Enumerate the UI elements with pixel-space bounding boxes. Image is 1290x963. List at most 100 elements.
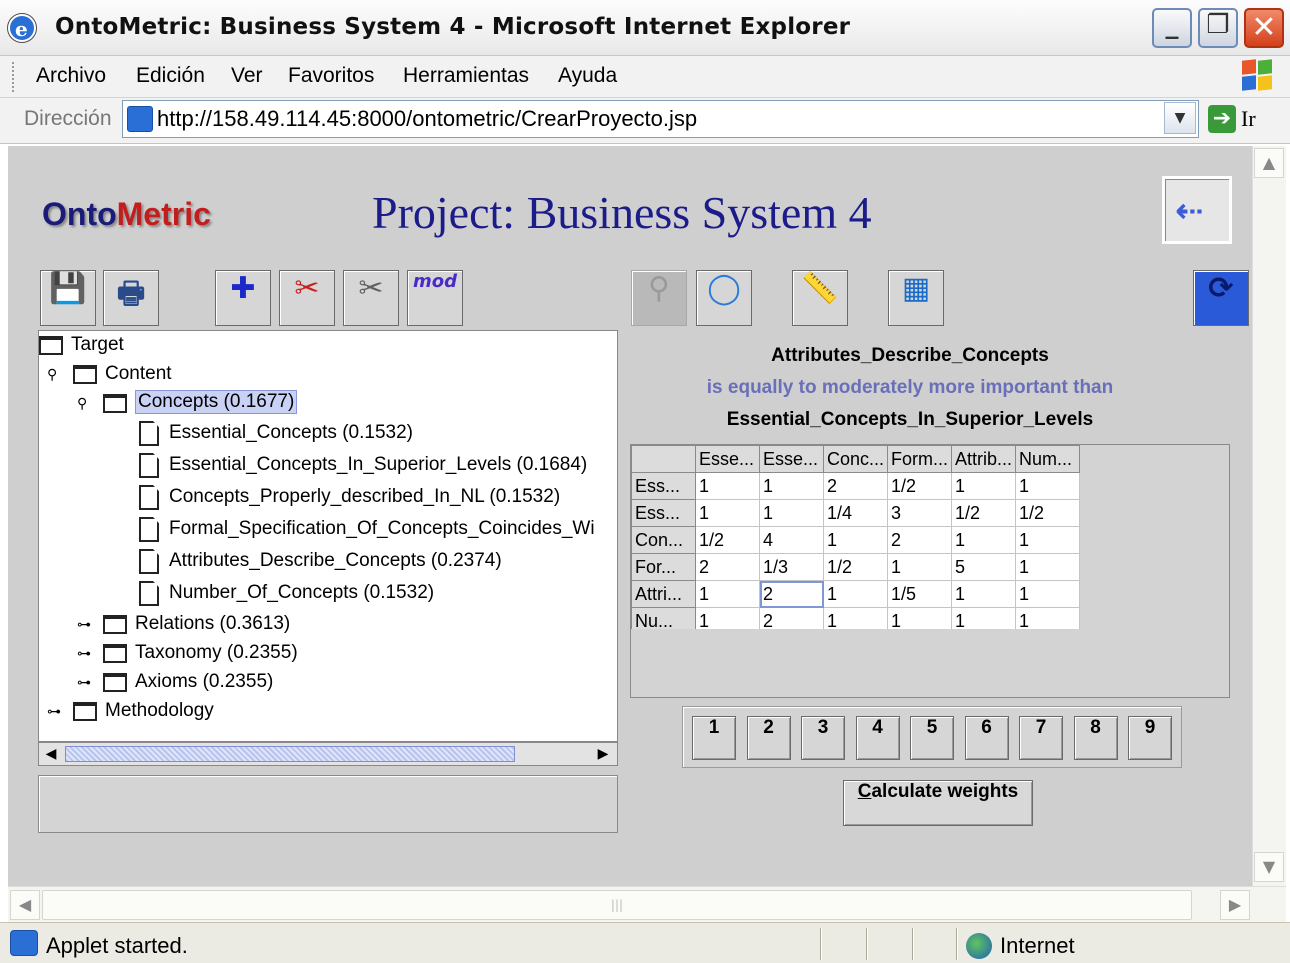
tree-node[interactable]: Target <box>39 332 617 360</box>
scroll-left-button[interactable]: ◀ <box>41 745 61 763</box>
maximize-button[interactable]: ❐ <box>1198 8 1238 48</box>
scale-button-6[interactable]: 6 <box>964 716 1009 760</box>
matrix-cell[interactable]: 1 <box>695 472 760 500</box>
scroll-thumb[interactable] <box>65 746 515 762</box>
expanded-handle-icon[interactable]: ⚲ <box>77 394 95 412</box>
tree-node[interactable]: ⊶ Taxonomy (0.2355) <box>39 640 617 668</box>
scale-button-3[interactable]: 3 <box>801 716 845 760</box>
matrix-cell[interactable]: 5 <box>951 553 1017 581</box>
ring-button[interactable]: ◯ <box>696 270 752 326</box>
matrix-cell[interactable]: 1 <box>695 499 760 527</box>
close-button[interactable]: ✕ <box>1244 8 1284 48</box>
collapsed-handle-icon[interactable]: ⊶ <box>77 644 95 662</box>
tree-node[interactable]: ⚲ Content <box>39 361 617 389</box>
collapsed-handle-icon[interactable]: ⊶ <box>47 702 65 720</box>
address-dropdown-button[interactable]: ▼ <box>1164 102 1196 134</box>
go-arrow-icon[interactable]: ➔ <box>1208 105 1236 133</box>
matrix-cell[interactable]: 1 <box>1015 580 1081 608</box>
scale-button-9[interactable]: 9 <box>1128 716 1172 760</box>
tree-node[interactable]: Attributes_Describe_Concepts (0.2374) <box>39 548 617 576</box>
tree-node[interactable]: Formal_Specification_Of_Concepts_Coincid… <box>39 516 617 544</box>
matrix-cell[interactable]: 1 <box>822 526 889 554</box>
ruler-button[interactable]: 📏 <box>792 270 848 326</box>
print-button[interactable]: 🖶 <box>103 270 159 326</box>
matrix-cell[interactable]: 2 <box>822 472 889 500</box>
tree-node[interactable]: ⊶ Methodology <box>39 698 617 726</box>
comparison-matrix[interactable]: Esse... Esse... Conc... Form... Attrib... Num… <box>631 445 1081 629</box>
matrix-cell[interactable]: 2 <box>759 580 824 608</box>
tree-node[interactable]: ⊶ Relations (0.3613) <box>39 611 617 639</box>
menu-ayuda[interactable]: Ayuda <box>558 64 617 88</box>
vertical-scrollbar[interactable]: ▲ ▼ <box>1252 146 1286 886</box>
tree-node[interactable]: ⊶ Axioms (0.2355) <box>39 669 617 697</box>
matrix-cell[interactable]: 2 <box>759 607 824 629</box>
collapsed-handle-icon[interactable]: ⊶ <box>77 615 95 633</box>
collapsed-handle-icon[interactable]: ⊶ <box>77 673 95 691</box>
scroll-up-button[interactable]: ▲ <box>1254 148 1284 178</box>
matrix-cell[interactable]: 1/2 <box>887 472 953 500</box>
page-scroll-left-button[interactable]: ◀ <box>10 890 40 920</box>
matrix-cell[interactable]: 1/2 <box>951 499 1017 527</box>
refresh-button[interactable]: ⟳ <box>1193 270 1249 326</box>
modify-button[interactable]: mod <box>407 270 463 326</box>
matrix-cell[interactable]: 1 <box>695 580 760 608</box>
matrix-cell[interactable]: 1 <box>951 607 1017 629</box>
matrix-cell[interactable]: 1 <box>1015 472 1081 500</box>
go-button[interactable]: Ir <box>1241 106 1256 132</box>
menu-favoritos[interactable]: Favoritos <box>288 64 374 88</box>
matrix-cell[interactable]: 4 <box>759 526 824 554</box>
tree-horizontal-scrollbar[interactable]: ◀ ▶ <box>38 742 618 766</box>
minimize-button[interactable]: _ <box>1152 8 1192 48</box>
tree-node[interactable]: Essential_Concepts_In_Superior_Levels (0… <box>39 452 617 480</box>
scale-button-4[interactable]: 4 <box>855 716 900 760</box>
matrix-cell[interactable]: 1 <box>759 499 824 527</box>
matrix-cell[interactable]: 1/2 <box>695 526 760 554</box>
menu-archivo[interactable]: Archivo <box>36 64 106 88</box>
scale-button-1[interactable]: 1 <box>692 716 736 760</box>
expanded-handle-icon[interactable]: ⚲ <box>47 365 65 383</box>
address-url[interactable]: http://158.49.114.45:8000/ontometric/Cre… <box>157 106 697 132</box>
scale-button-2[interactable]: 2 <box>746 716 791 760</box>
remove-button[interactable]: ✂ <box>343 270 399 326</box>
scroll-down-button[interactable]: ▼ <box>1254 852 1284 882</box>
menu-ver[interactable]: Ver <box>231 64 263 88</box>
matrix-cell[interactable]: 1/2 <box>1015 499 1081 527</box>
scale-button-7[interactable]: 7 <box>1019 716 1063 760</box>
add-button[interactable]: ✚ <box>215 270 271 326</box>
matrix-cell[interactable]: 1 <box>759 472 824 500</box>
back-button[interactable]: ⇠ <box>1162 176 1232 244</box>
matrix-cell[interactable]: 3 <box>887 499 953 527</box>
menu-herramientas[interactable]: Herramientas <box>403 64 529 88</box>
matrix-cell[interactable]: 1 <box>695 607 760 629</box>
matrix-cell[interactable]: 2 <box>695 553 760 581</box>
tree-node[interactable]: Number_Of_Concepts (0.1532) <box>39 580 617 608</box>
scale-button-8[interactable]: 8 <box>1073 716 1118 760</box>
save-button[interactable]: 💾 <box>40 270 96 326</box>
matrix-cell[interactable]: 1 <box>822 580 889 608</box>
calculator-button[interactable]: ▦ <box>888 270 944 326</box>
matrix-cell[interactable]: 1/3 <box>759 553 824 581</box>
matrix-cell[interactable]: 1 <box>1015 553 1081 581</box>
matrix-cell[interactable]: 1 <box>887 553 953 581</box>
matrix-cell[interactable]: 1 <box>1015 526 1081 554</box>
page-scroll-right-button[interactable]: ▶ <box>1220 890 1250 920</box>
matrix-cell[interactable]: 1 <box>951 580 1017 608</box>
matrix-cell[interactable]: 1 <box>887 607 953 629</box>
matrix-cell[interactable]: 1/5 <box>887 580 953 608</box>
menu-edición[interactable]: Edición <box>136 64 205 88</box>
matrix-cell[interactable]: 1 <box>951 526 1017 554</box>
criteria-tree[interactable]: Target ⚲ Content ⚲ Concepts (0.1677) Essentia… <box>38 330 618 742</box>
page-scroll-thumb[interactable]: ||| <box>42 890 1192 920</box>
scale-button-5[interactable]: 5 <box>910 716 954 760</box>
matrix-cell[interactable]: 1/4 <box>822 499 889 527</box>
tree-node[interactable]: ⚲ Concepts (0.1677) <box>39 390 617 418</box>
scroll-right-button[interactable]: ▶ <box>593 745 613 763</box>
tree-node[interactable]: Essential_Concepts (0.1532) <box>39 420 617 448</box>
matrix-cell[interactable]: 2 <box>887 526 953 554</box>
matrix-cell[interactable]: 1 <box>822 607 889 629</box>
delete-button[interactable]: ✂ <box>279 270 335 326</box>
tree-node[interactable]: Concepts_Properly_described_In_NL (0.153… <box>39 484 617 512</box>
matrix-cell[interactable]: 1 <box>1015 607 1081 629</box>
calculate-weights-button[interactable]: Calculate weights <box>843 780 1033 826</box>
matrix-cell[interactable]: 1 <box>951 472 1017 500</box>
